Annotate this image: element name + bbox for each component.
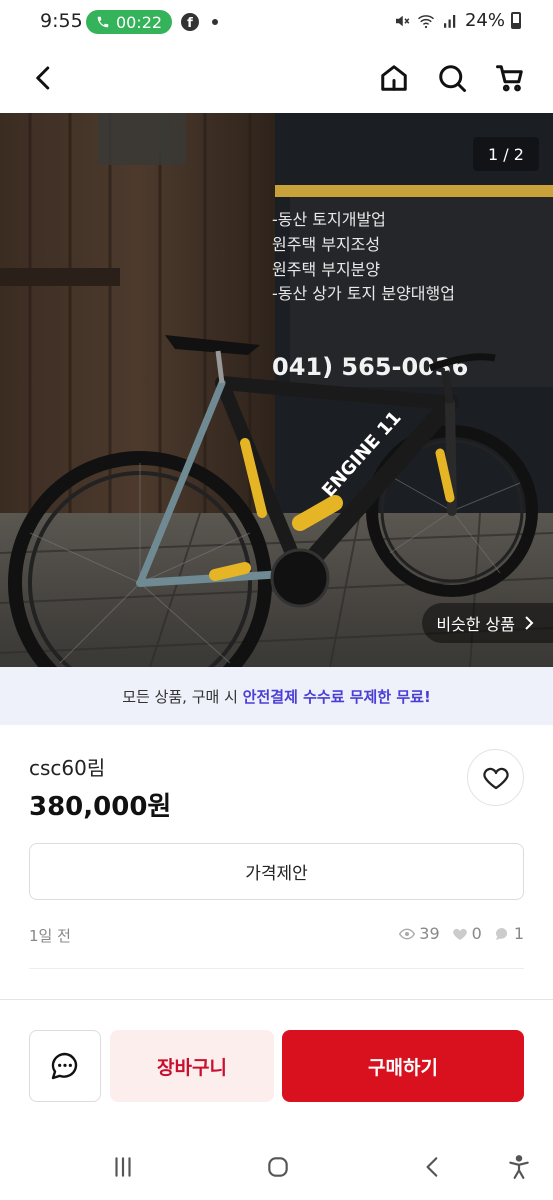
back-button[interactable] — [26, 60, 62, 96]
system-nav-bar — [0, 1135, 553, 1200]
sign-line-3: 원주택 부지분양 — [272, 260, 380, 279]
banner-text-prefix: 모든 상품, 구매 시 — [122, 687, 243, 706]
chat-bubble-icon — [51, 1052, 78, 1080]
cart-button[interactable] — [492, 60, 528, 96]
system-home-button[interactable] — [258, 1151, 298, 1183]
home-button[interactable] — [376, 60, 412, 96]
similar-products-button[interactable]: 비슷한 상품 — [422, 603, 553, 643]
chevron-right-icon — [525, 616, 534, 630]
sign-line-4: -동산 상가 토지 분양대행업 — [272, 284, 455, 303]
action-bar-divider — [0, 999, 553, 1000]
product-image[interactable]: -동산 토지개발업 원주택 부지조성 원주택 부지분양 -동산 상가 토지 분양… — [0, 113, 553, 667]
heart-icon — [482, 767, 509, 789]
buy-now-label: 구매하기 — [368, 1056, 438, 1079]
price-offer-button[interactable]: 가격제안 — [29, 843, 524, 900]
price-offer-label: 가격제안 — [245, 864, 308, 884]
likes-count: 0 — [471, 924, 482, 943]
sign-line-2: 원주택 부지조성 — [272, 235, 380, 254]
call-indicator[interactable]: 00:22 — [86, 10, 172, 34]
system-back-button[interactable] — [413, 1151, 453, 1183]
status-time: 9:55 — [40, 10, 83, 32]
recents-button[interactable] — [103, 1151, 143, 1183]
home-circle-icon — [268, 1157, 288, 1177]
safe-payment-banner[interactable]: 모든 상품, 구매 시 안전결제 수수료 무제한 무료! — [0, 667, 553, 725]
recents-icon — [115, 1157, 131, 1177]
image-page-indicator: 1 / 2 — [473, 137, 539, 171]
wifi-icon — [417, 14, 434, 28]
status-indicators: 24% — [393, 10, 521, 31]
cart-icon — [496, 65, 523, 92]
status-bar: 9:55 00:22 f 24% — [0, 0, 553, 44]
sign-line-1: -동산 토지개발업 — [272, 210, 386, 229]
similar-products-label: 비슷한 상품 — [436, 615, 515, 634]
notification-dot-icon — [212, 19, 218, 25]
search-icon — [439, 65, 466, 92]
eye-icon — [399, 928, 416, 939]
divider — [29, 968, 524, 969]
bicycle-photo: -동산 토지개발업 원주택 부지조성 원주택 부지분양 -동산 상가 토지 분양… — [0, 113, 553, 667]
banner-highlight: 안전결제 수수료 무제한 무료! — [242, 687, 431, 706]
buy-now-button[interactable]: 구매하기 — [282, 1030, 524, 1102]
add-to-cart-button[interactable]: 장바구니 — [110, 1030, 274, 1102]
chat-small-icon — [495, 927, 507, 940]
views-count: 39 — [419, 924, 440, 943]
back-icon — [426, 1157, 438, 1177]
facebook-glyph: f — [187, 16, 193, 31]
signal-icon — [443, 14, 456, 28]
call-timer: 00:22 — [115, 12, 163, 32]
chat-button[interactable] — [29, 1030, 101, 1102]
accessibility-icon — [509, 1155, 529, 1179]
app-header — [0, 48, 553, 110]
heart-small-icon — [452, 928, 467, 940]
product-title: csc60림 — [29, 756, 106, 780]
chats-count: 1 — [513, 924, 524, 943]
chevron-left-icon — [36, 66, 50, 90]
mute-icon — [395, 15, 410, 26]
facebook-icon: f — [181, 13, 199, 31]
accessibility-button[interactable] — [499, 1151, 539, 1183]
product-stats: 39 0 1 — [393, 924, 524, 943]
product-price: 380,000원 — [29, 792, 172, 822]
battery-percent: 24% — [464, 10, 505, 31]
like-button[interactable] — [467, 749, 524, 806]
posted-time: 1일 전 — [29, 927, 71, 945]
search-button[interactable] — [434, 60, 470, 96]
phone-icon — [97, 16, 109, 28]
home-icon — [381, 65, 407, 91]
add-to-cart-label: 장바구니 — [157, 1056, 227, 1079]
battery-icon — [511, 12, 521, 29]
